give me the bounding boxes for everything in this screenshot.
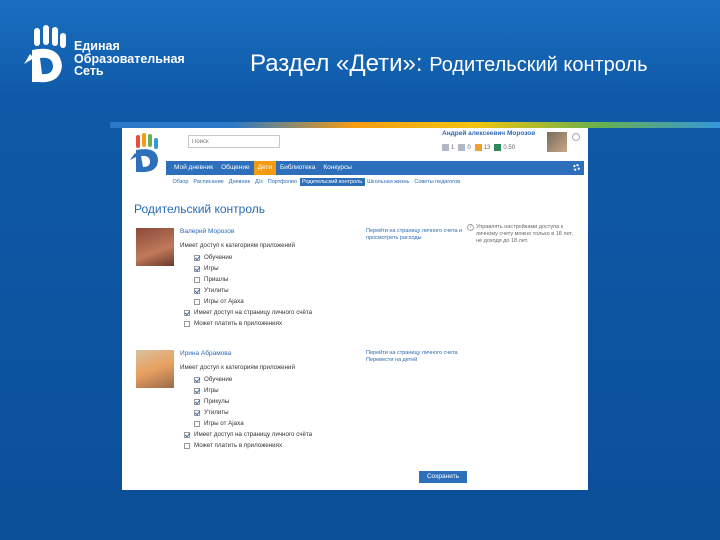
- search-input[interactable]: [188, 135, 280, 148]
- child-avatar-1: [136, 228, 174, 266]
- category-option[interactable]: Утилиты: [194, 287, 229, 294]
- category-option[interactable]: Игры от Ajaxa: [194, 298, 244, 305]
- category-option[interactable]: Утилиты: [194, 409, 229, 416]
- checkbox[interactable]: [194, 265, 200, 272]
- checkbox[interactable]: [194, 287, 200, 294]
- child-links-2[interactable]: Перейти на страницу личного счета Переве…: [366, 350, 466, 364]
- friends-counter[interactable]: 0: [458, 144, 471, 151]
- access-label-2: Имеет доступ к категориям приложений: [180, 364, 295, 371]
- category-option[interactable]: Игры: [194, 387, 219, 394]
- category-option[interactable]: Прикулы: [194, 398, 229, 405]
- slide-title-sub: Родительский контроль: [429, 54, 648, 76]
- checkbox[interactable]: [194, 409, 200, 416]
- checkbox[interactable]: [184, 442, 190, 449]
- checkbox[interactable]: [184, 431, 190, 438]
- page-access-option[interactable]: Имеет доступ на страницу личного счёта: [184, 431, 312, 438]
- logo-text: Единая Образовательная Сеть: [74, 40, 185, 78]
- category-option[interactable]: Обучение: [194, 376, 232, 383]
- uos-logo: Единая Образовательная Сеть: [20, 24, 220, 90]
- slide-footer-band: [0, 490, 720, 540]
- category-option[interactable]: Пришлы: [194, 276, 228, 283]
- checkbox[interactable]: [184, 320, 190, 327]
- nav-item-communication[interactable]: Общение: [217, 161, 254, 175]
- page-title: Родительский контроль: [134, 202, 265, 216]
- checkbox[interactable]: [194, 298, 200, 305]
- child-avatar-2: [136, 350, 174, 388]
- subnav-item-overview[interactable]: Обзор: [170, 178, 191, 186]
- site-hand-logo-icon[interactable]: [128, 132, 168, 174]
- gear-icon[interactable]: [573, 164, 580, 171]
- hand-logo-icon: [24, 25, 66, 83]
- child-name-2[interactable]: Ирина Абрамова: [180, 350, 231, 357]
- messages-icon: [442, 144, 449, 151]
- nav-item-contests[interactable]: Конкурсы: [319, 161, 356, 175]
- slide-title: Раздел «Дети»: Родительский контроль: [250, 50, 648, 78]
- counters-bar: 1 0 13 0.50: [442, 144, 515, 151]
- balance-icon: [494, 144, 502, 151]
- info-note: ? Управлять настройками доступа к личном…: [467, 224, 576, 245]
- checkbox[interactable]: [194, 420, 200, 427]
- page-access-option[interactable]: Имеет доступ на страницу личного счёта: [184, 309, 312, 316]
- can-pay-option[interactable]: Может платить в приложениях: [184, 442, 282, 449]
- power-icon[interactable]: [572, 133, 580, 141]
- checkbox[interactable]: [184, 309, 190, 316]
- nav-item-diary[interactable]: Мой дневник: [170, 161, 217, 175]
- can-pay-option[interactable]: Может платить в приложениях: [184, 320, 282, 327]
- friends-icon: [458, 144, 466, 151]
- website-screenshot: Андрей алексеевич Морозов 1 0 13 0.50 Мо…: [122, 128, 588, 490]
- subnav-item-diary[interactable]: Дневник: [226, 178, 252, 186]
- slide-header: Единая Образовательная Сеть Раздел «Дети…: [0, 0, 720, 122]
- child-links-1[interactable]: Перейти на страницу личного счета и прос…: [366, 228, 466, 242]
- category-option[interactable]: Обучение: [194, 254, 232, 261]
- sub-nav: Обзор Расписание Дневник Д/з Портфолио Р…: [170, 178, 463, 186]
- logo-line-3: Сеть: [74, 64, 104, 78]
- checkbox[interactable]: [194, 387, 200, 394]
- checkbox[interactable]: [194, 398, 200, 405]
- checkbox[interactable]: [194, 254, 200, 261]
- balance-counter[interactable]: 0.50: [494, 144, 515, 151]
- slide-title-main: Раздел «Дети»:: [250, 50, 423, 77]
- access-label-1: Имеет доступ к категориям приложений: [180, 242, 295, 249]
- checkbox[interactable]: [194, 276, 200, 283]
- question-icon: ?: [467, 224, 474, 231]
- nav-item-children[interactable]: Дети: [253, 161, 276, 175]
- subnav-item-schedule[interactable]: Расписание: [191, 178, 226, 186]
- notifications-icon: [474, 144, 482, 151]
- subnav-item-school-life[interactable]: Школьная жизнь: [365, 178, 412, 186]
- messages-counter[interactable]: 1: [442, 144, 454, 151]
- main-nav: Мой дневник Общение Дети Библиотека Конк…: [166, 161, 584, 175]
- subnav-item-teacher-tips[interactable]: Советы педагогов: [412, 178, 463, 186]
- save-button[interactable]: Сохранить: [419, 471, 467, 483]
- user-name-link[interactable]: Андрей алексеевич Морозов: [442, 130, 535, 137]
- checkbox[interactable]: [194, 376, 200, 383]
- notifications-counter[interactable]: 13: [474, 144, 490, 151]
- subnav-item-portfolio[interactable]: Портфолио: [265, 178, 299, 186]
- category-option[interactable]: Игры: [194, 265, 219, 272]
- category-option[interactable]: Игры от Ajaxa: [194, 420, 244, 427]
- nav-item-library[interactable]: Библиотека: [276, 161, 319, 175]
- logo-line-1: Единая: [74, 39, 120, 53]
- subnav-item-parental-control[interactable]: Родительский контроль: [299, 178, 365, 186]
- subnav-item-homework[interactable]: Д/з: [252, 178, 265, 186]
- user-avatar[interactable]: [547, 132, 567, 152]
- child-name-1[interactable]: Валерий Морозов: [180, 228, 234, 235]
